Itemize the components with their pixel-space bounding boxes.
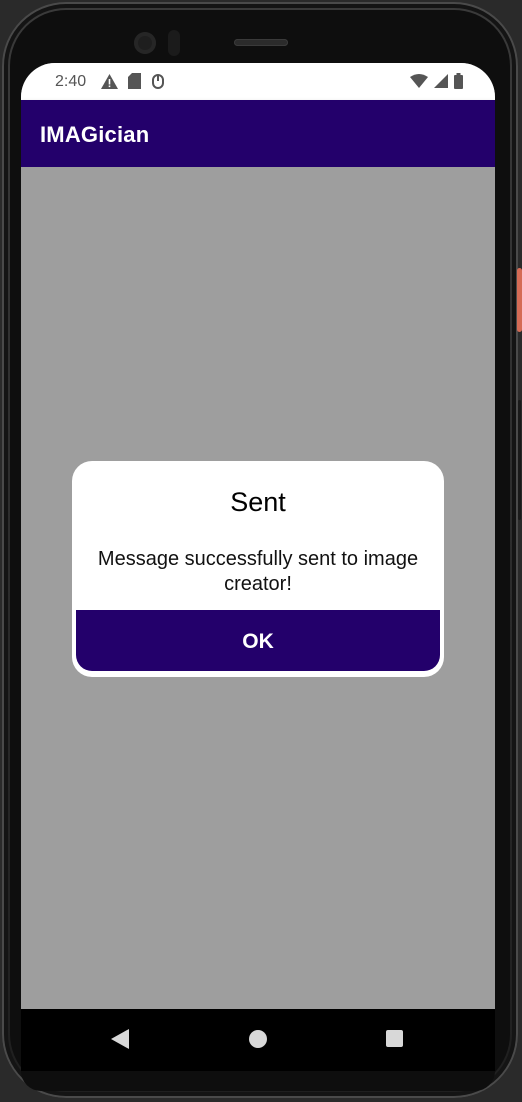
dialog-message: Message successfully sent to image creat… bbox=[97, 548, 419, 595]
device-screen: 2:40 IMAGician Sent Message successfully… bbox=[21, 63, 495, 1071]
sent-dialog: Sent Message successfully sent to image … bbox=[74, 463, 442, 675]
status-notification-icons bbox=[101, 73, 165, 94]
sd-card-icon bbox=[128, 73, 141, 94]
app-title: IMAGician bbox=[40, 122, 150, 147]
volume-button[interactable] bbox=[518, 400, 521, 520]
back-icon[interactable] bbox=[111, 1029, 129, 1054]
dialog-title: Sent bbox=[230, 487, 286, 517]
warning-icon bbox=[101, 73, 118, 94]
navigation-bar bbox=[21, 1009, 495, 1071]
app-toolbar: IMAGician bbox=[21, 100, 495, 167]
power-button[interactable] bbox=[517, 268, 522, 332]
ok-button[interactable]: OK bbox=[76, 610, 440, 671]
status-bar: 2:40 bbox=[21, 63, 495, 100]
device-frame: 2:40 IMAGician Sent Message successfully… bbox=[0, 0, 522, 1102]
recents-icon[interactable] bbox=[386, 1030, 403, 1047]
cell-signal-icon bbox=[434, 74, 448, 93]
proximity-sensor bbox=[168, 30, 180, 56]
bottom-bezel bbox=[21, 1071, 495, 1091]
battery-icon bbox=[454, 73, 463, 94]
home-icon[interactable] bbox=[249, 1030, 267, 1048]
wifi-icon bbox=[410, 74, 428, 93]
front-camera-icon bbox=[134, 32, 156, 54]
status-time: 2:40 bbox=[55, 73, 87, 90]
debug-icon bbox=[151, 73, 165, 94]
status-system-icons bbox=[410, 73, 463, 94]
earpiece-speaker bbox=[234, 39, 288, 46]
